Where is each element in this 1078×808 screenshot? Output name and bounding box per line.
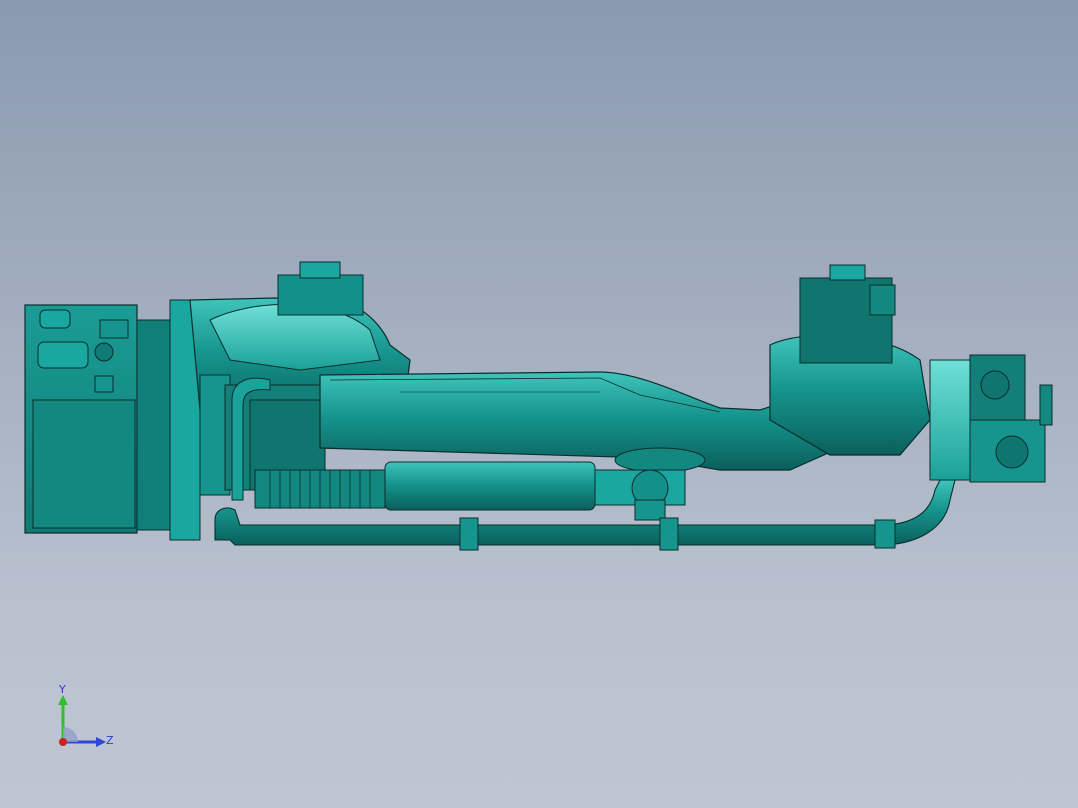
cad-viewport[interactable]: Y Z	[0, 0, 1078, 808]
upper-arm	[319, 371, 841, 473]
coordinate-triad: Y Z	[58, 685, 114, 747]
x-axis-dot	[59, 738, 67, 746]
elbow-housing	[769, 264, 931, 456]
z-axis-label: Z	[106, 734, 114, 747]
robot-arm-model[interactable]	[0, 0, 1078, 808]
y-axis-label: Y	[58, 685, 66, 696]
balancer-cylinder	[254, 461, 686, 521]
wrist-assembly	[929, 354, 1053, 483]
base-motor-block	[24, 299, 201, 541]
